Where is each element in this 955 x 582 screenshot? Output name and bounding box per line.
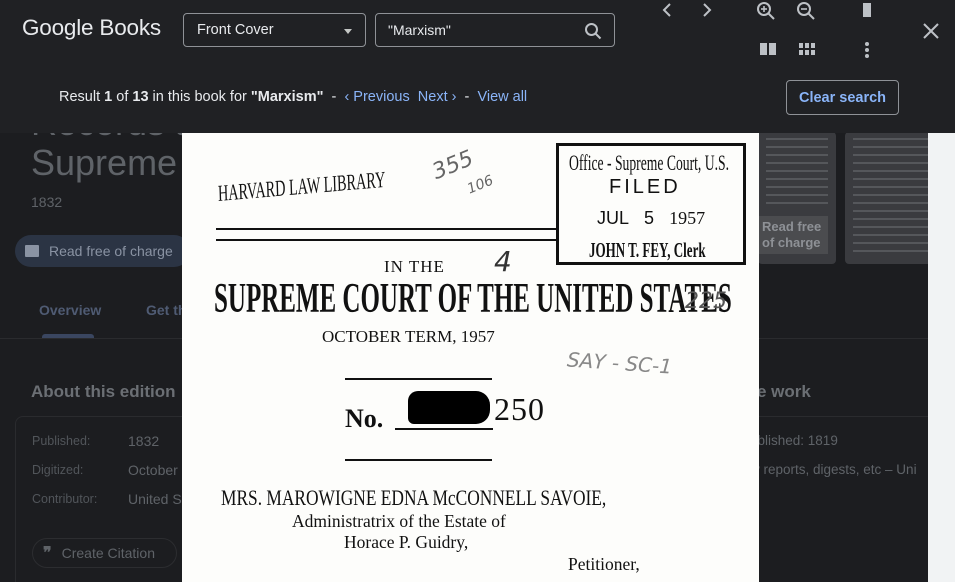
stamp-day: 5 — [644, 208, 655, 228]
clear-search-button[interactable]: Clear search — [786, 80, 899, 115]
close-icon[interactable] — [920, 20, 942, 42]
result-separator: - — [331, 89, 337, 105]
page-handwritten-4: 4 — [494, 245, 512, 278]
quote-icon: ❞ — [43, 545, 52, 562]
tab-get-book[interactable]: Get th — [146, 302, 186, 318]
about-work-heading: e work — [757, 382, 811, 401]
grid-view-icon[interactable] — [797, 40, 817, 58]
stamp-year: 1957 — [669, 208, 706, 228]
work-subject: w reports, digests, etc – Uni — [750, 462, 917, 477]
stamp-date: JUL 5 1957 — [597, 208, 705, 229]
page-in-the: IN THE — [384, 257, 445, 276]
two-page-icon[interactable] — [758, 40, 778, 58]
previous-result-link[interactable]: ‹ Previous — [344, 89, 409, 105]
create-citation-button[interactable]: ❞ Create Citation — [32, 538, 177, 568]
search-result-status: Result 1 of 13 in this book for "Marxism… — [59, 89, 527, 105]
published-value: 1832 — [128, 433, 160, 449]
next-result-link[interactable]: Next › — [418, 89, 457, 105]
view-select-value: Front Cover — [197, 22, 274, 38]
about-edition-heading: About this edition — [31, 382, 176, 401]
viewer-toolbar: Google Books Front Cover "Marxism" Resul… — [0, 0, 955, 133]
page-no-label: No. — [345, 404, 384, 433]
book-year: 1832 — [31, 194, 63, 210]
page-petitioner: Petitioner, — [568, 554, 640, 574]
chevron-right-icon[interactable] — [697, 0, 717, 20]
chevron-left-icon[interactable] — [657, 0, 677, 20]
page-handwritten-say: SAY - SC-1 — [566, 347, 673, 379]
result-separator-2: - — [464, 89, 470, 105]
zoom-out-icon[interactable] — [795, 0, 817, 22]
stamp-clerk: JOHN T. FEY, Clerk — [589, 238, 706, 262]
page-handwritten-225: 225 — [685, 289, 727, 314]
work-published: ublished: 1819 — [750, 433, 838, 448]
result-total: 13 — [132, 89, 149, 105]
contributor-label: Contributor: — [32, 492, 98, 506]
result-prefix: Result — [59, 89, 101, 105]
result-current: 1 — [104, 89, 113, 105]
page-party-line2: Administratrix of the Estate of — [292, 511, 506, 531]
tab-overview[interactable]: Overview — [39, 302, 101, 318]
page-party-line1: MRS. MAROWIGNE EDNA McCONNELL SAVOIE, — [221, 485, 607, 510]
published-label: Published: — [32, 434, 91, 448]
stamp-office: Office - Supreme Court, U.S. — [569, 150, 729, 175]
search-icon[interactable] — [584, 22, 602, 43]
result-of: of — [116, 89, 129, 105]
contributor-value: United St — [128, 491, 186, 507]
more-vert-icon[interactable] — [857, 40, 877, 60]
dropdown-caret-icon — [344, 29, 352, 34]
page-handwritten-355: 355 — [428, 146, 478, 185]
search-in-book-value: "Marxism" — [388, 22, 451, 38]
read-free-label: Read free of charge — [49, 243, 173, 259]
read-free-button[interactable]: Read free of charge — [15, 235, 190, 267]
redaction-mark — [408, 391, 490, 424]
page-handwritten-106: 106 — [464, 172, 496, 198]
result-term: "Marxism" — [250, 89, 324, 105]
thumbnail-read-free: Read free of charge — [758, 216, 828, 254]
edition-thumbnail[interactable]: Read free of charge — [758, 132, 836, 264]
search-in-book-input[interactable]: "Marxism" — [375, 13, 615, 47]
scanned-book-page[interactable]: HARVARD LAW LIBRARY 355 106 Office - Sup… — [182, 133, 759, 582]
page-case-number: 250 — [494, 391, 545, 427]
view-select-dropdown[interactable]: Front Cover — [183, 13, 366, 47]
view-all-link[interactable]: View all — [477, 89, 527, 105]
digitized-value: October — [128, 462, 178, 478]
result-in-book-for: in this book for — [152, 89, 247, 105]
page-term: OCTOBER TERM, 1957 — [322, 327, 495, 346]
google-books-logo[interactable]: Google Books — [22, 15, 161, 41]
single-page-icon[interactable] — [860, 2, 874, 18]
scrollbar[interactable] — [928, 133, 955, 582]
filed-stamp: Office - Supreme Court, U.S. FILED JUL 5… — [556, 143, 746, 265]
create-citation-label: Create Citation — [61, 545, 155, 561]
page-party-line3: Horace P. Guidry, — [344, 532, 469, 552]
page-library-stamp: HARVARD LAW LIBRARY — [217, 166, 386, 206]
stamp-filed: FILED — [609, 176, 681, 198]
digitized-label: Digitized: — [32, 463, 84, 477]
page-court-heading: SUPREME COURT OF THE UNITED STATES — [214, 276, 732, 322]
book-icon — [25, 245, 39, 257]
zoom-in-icon[interactable] — [755, 0, 777, 22]
stamp-month: JUL — [597, 208, 630, 228]
